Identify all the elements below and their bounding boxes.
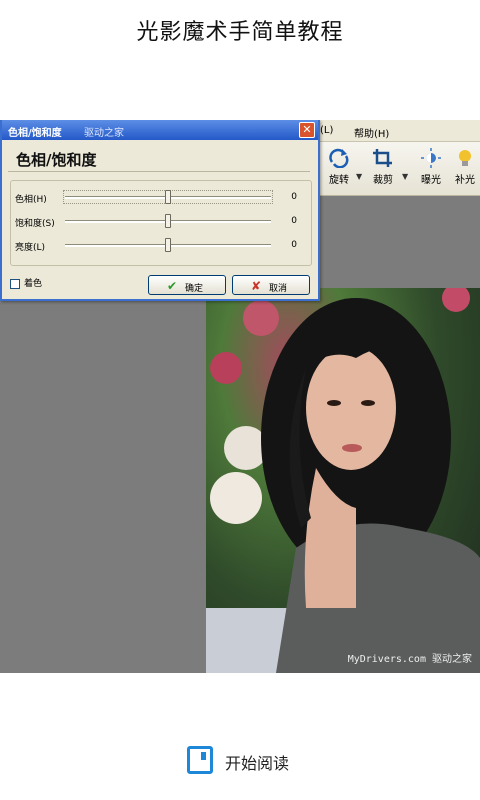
exposure-button[interactable]: 曝光 <box>414 146 448 190</box>
lightness-slider-row: 亮度(L) 0 <box>11 235 311 255</box>
dialog-title-site: 驱动之家 <box>84 128 124 139</box>
light-bulb-icon <box>459 150 471 166</box>
menu-item[interactable]: (L) <box>320 125 333 136</box>
dialog-titlebar[interactable]: 色相/饱和度 驱动之家 ✕ <box>2 120 318 140</box>
cancel-label: 取消 <box>269 284 288 294</box>
check-icon: ✔ <box>167 279 178 293</box>
lightness-label: 亮度(L) <box>15 243 46 253</box>
ok-label: 确定 <box>185 284 204 294</box>
saturation-slider-thumb[interactable] <box>165 214 171 228</box>
rotate-label: 旋转 <box>329 175 349 186</box>
hue-value: 0 <box>291 192 297 202</box>
hue-slider-thumb[interactable] <box>165 190 171 204</box>
colorize-label: 着色 <box>24 279 43 289</box>
page-title: 光影魔术手简单教程 <box>136 20 344 45</box>
dialog-title: 色相/饱和度 <box>8 128 62 139</box>
cancel-button[interactable]: ✘ 取消 <box>232 275 310 295</box>
hue-saturation-dialog: 色相/饱和度 驱动之家 ✕ 色相/饱和度 色相(H) 0 饱和度(S) 0 亮度… <box>0 120 320 301</box>
rotate-dropdown-icon[interactable]: ▼ <box>356 172 362 181</box>
lightness-slider-thumb[interactable] <box>165 238 171 252</box>
colorize-checkbox-row[interactable]: 着色 <box>10 276 42 289</box>
dialog-header: 色相/饱和度 <box>8 144 310 172</box>
book-icon <box>187 746 213 774</box>
exposure-icon <box>421 148 441 168</box>
fill-light-label: 补光 <box>455 175 475 186</box>
start-reading-label: 开始阅读 <box>225 754 290 773</box>
tutorial-screenshot: (L) 帮助(H) 旋转 ▼ 裁剪 ▼ 曝光 补光 MyDrivers.com … <box>0 120 480 673</box>
app-toolbar: 旋转 ▼ 裁剪 ▼ 曝光 补光 <box>318 142 480 196</box>
colorize-checkbox[interactable] <box>10 278 20 289</box>
portrait-image <box>206 288 480 673</box>
watermark: MyDrivers.com 驱动之家 <box>347 654 472 665</box>
app-screen: 光影魔术手简单教程 (L) 帮助(H) 旋转 ▼ 裁剪 ▼ 曝光 补光 MyDr… <box>0 0 480 800</box>
hue-label: 色相(H) <box>15 195 47 205</box>
hue-slider-row: 色相(H) 0 <box>11 187 311 207</box>
saturation-slider-row: 饱和度(S) 0 <box>11 211 311 231</box>
crop-icon <box>373 149 392 167</box>
slider-group: 色相(H) 0 饱和度(S) 0 亮度(L) 0 <box>10 180 312 266</box>
saturation-label: 饱和度(S) <box>15 219 55 229</box>
dialog-heading: 色相/饱和度 <box>16 151 97 169</box>
app-menubar: (L) 帮助(H) <box>318 120 480 142</box>
exposure-label: 曝光 <box>421 175 441 186</box>
ok-button[interactable]: ✔ 确定 <box>148 275 226 295</box>
portrait-photo: MyDrivers.com 驱动之家 <box>206 288 480 673</box>
fill-light-button[interactable]: 补光 <box>448 146 480 190</box>
crop-dropdown-icon[interactable]: ▼ <box>402 172 408 181</box>
menu-item-help[interactable]: 帮助(H) <box>354 125 389 140</box>
start-reading-button[interactable]: 开始阅读 <box>187 746 297 776</box>
lightness-value: 0 <box>291 240 297 250</box>
crop-label: 裁剪 <box>373 175 393 186</box>
close-icon[interactable]: ✕ <box>299 122 315 138</box>
rotate-button[interactable]: 旋转 <box>322 146 356 190</box>
saturation-value: 0 <box>291 216 297 226</box>
x-icon: ✘ <box>251 279 262 293</box>
crop-button[interactable]: 裁剪 <box>366 146 400 190</box>
rotate-icon <box>329 148 349 168</box>
